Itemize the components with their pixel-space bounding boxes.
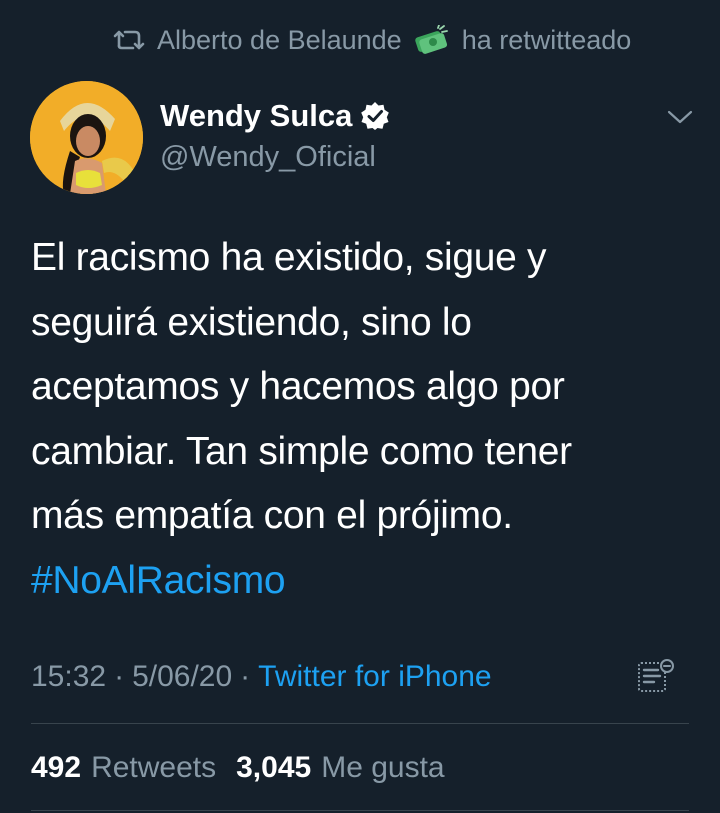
divider	[31, 810, 689, 811]
source-link[interactable]: Twitter for iPhone	[258, 660, 491, 694]
retweet-context[interactable]: Alberto de Belaunde ha retwitteado	[113, 22, 631, 58]
tweet-stats: 492 Retweets 3,045 Me gusta	[31, 748, 465, 788]
tweet-time: 15:32	[31, 660, 107, 693]
retweet-icon	[113, 30, 145, 50]
author-name[interactable]: Wendy Sulca	[160, 98, 352, 134]
tweet-line: cambiar. Tan simple como tener	[31, 429, 572, 473]
tweet-date: 5/06/20	[132, 660, 233, 693]
likes-count[interactable]: 3,045	[236, 751, 311, 785]
tweet-meta: 15:32 · 5/06/20 · Twitter for iPhone	[31, 657, 492, 697]
meta-separator: ·	[240, 660, 251, 693]
likes-label[interactable]: Me gusta	[321, 751, 444, 785]
analytics-icon[interactable]	[636, 657, 676, 697]
retweeter-name[interactable]: Alberto de Belaunde	[157, 25, 402, 56]
tweet-text: El racismo ha existido, sigue y seguirá …	[31, 226, 671, 613]
retweets-label[interactable]: Retweets	[91, 751, 216, 785]
chevron-down-icon[interactable]	[666, 106, 694, 128]
tweet-line: más empatía con el prójimo.	[31, 494, 513, 537]
author-handle[interactable]: @Wendy_Oficial	[160, 141, 376, 174]
verified-badge-icon	[361, 102, 390, 130]
meta-separator: ·	[114, 660, 125, 693]
retweet-action-text: ha retwitteado	[461, 24, 632, 55]
retweets-count[interactable]: 492	[31, 751, 81, 785]
tweet-line: aceptamos y hacemos algo por	[31, 365, 565, 408]
money-bag-emoji-icon	[414, 25, 448, 54]
hashtag-link[interactable]: #NoAlRacismo	[31, 549, 671, 614]
divider	[31, 723, 689, 724]
tweet-line: El racismo ha existido, sigue y	[31, 236, 547, 279]
tweet-line: seguirá existiendo, sino lo	[31, 300, 472, 344]
avatar[interactable]	[30, 81, 143, 194]
avatar-photo-icon	[30, 81, 143, 194]
author-name-row[interactable]: Wendy Sulca	[160, 96, 390, 136]
